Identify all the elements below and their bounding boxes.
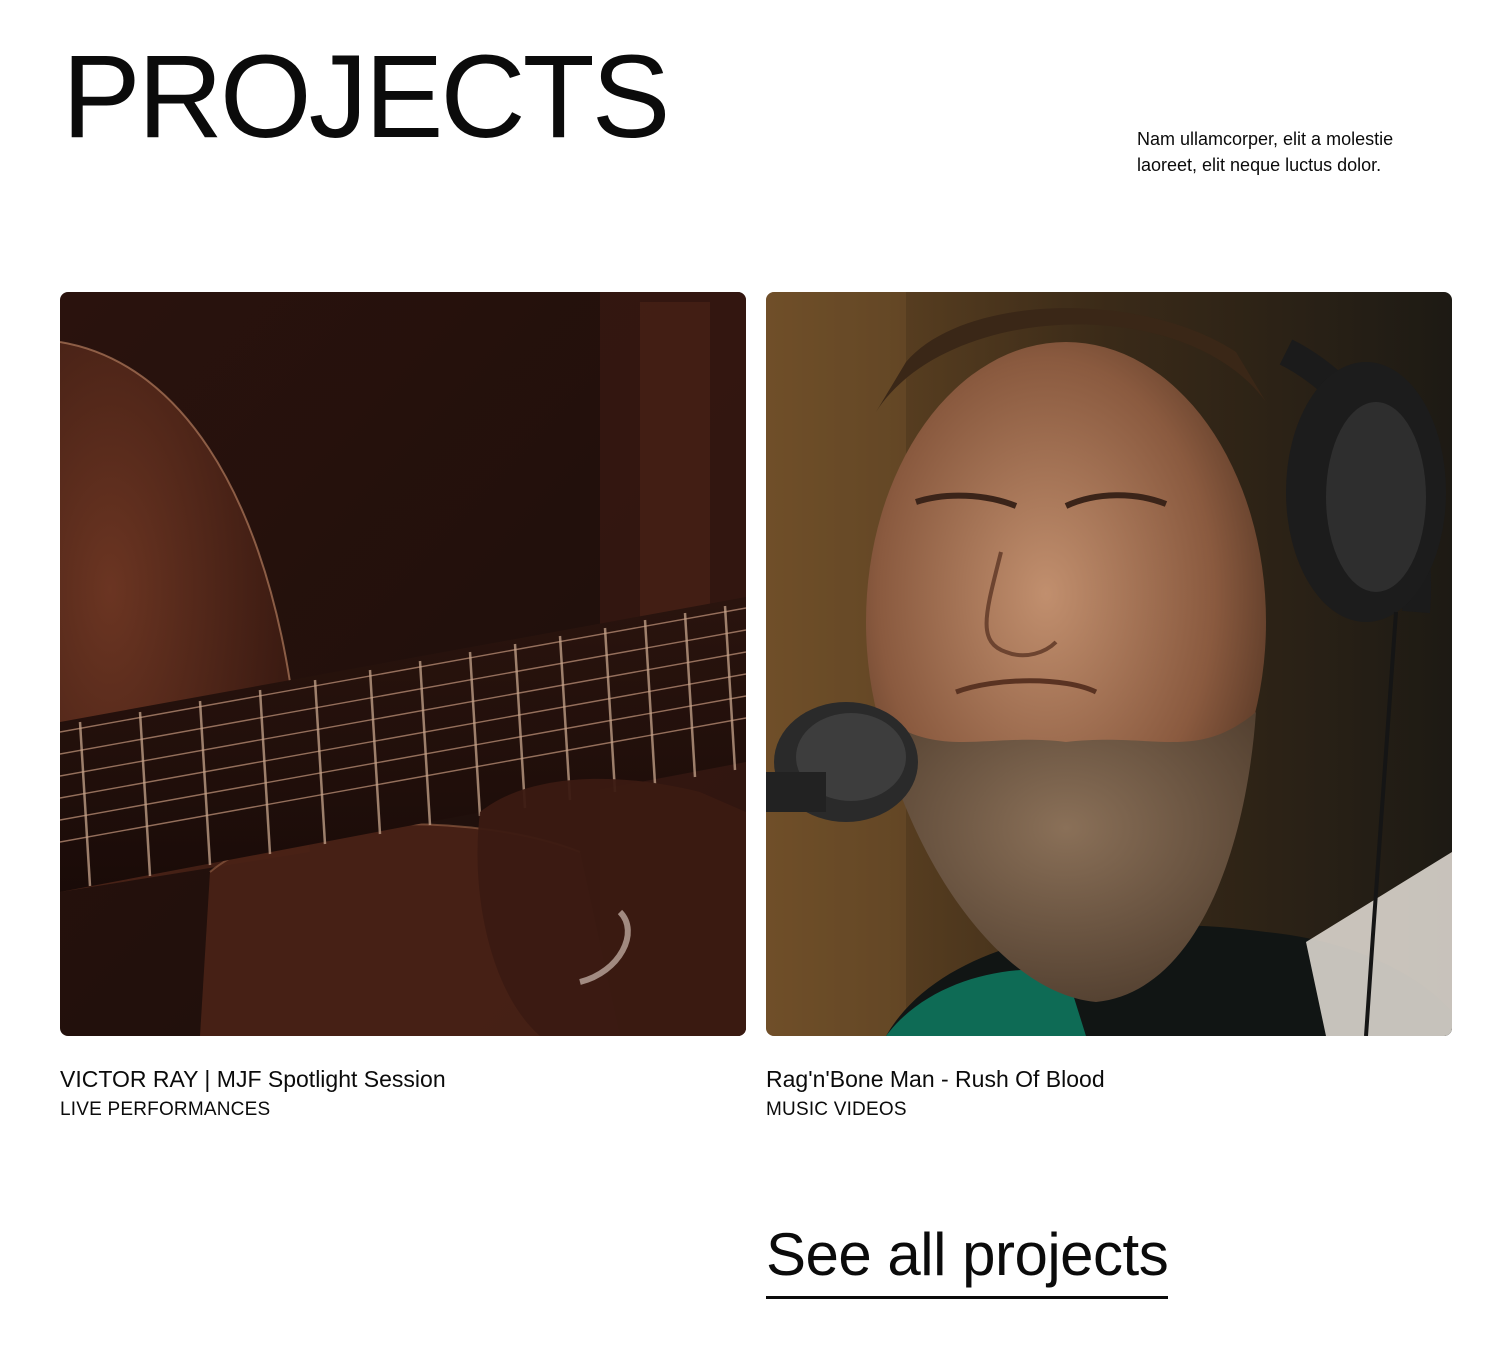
- project-category: MUSIC VIDEOS: [766, 1099, 907, 1120]
- project-card-ragnbone-man[interactable]: Rag'n'Bone Man - Rush Of Blood MUSIC VID…: [766, 292, 1452, 1122]
- projects-section: PROJECTS Nam ullamcorper, elit a molesti…: [0, 0, 1512, 1361]
- page-title: PROJECTS: [62, 31, 670, 163]
- project-category: LIVE PERFORMANCES: [60, 1099, 271, 1120]
- project-thumbnail-singer[interactable]: [766, 292, 1452, 1036]
- project-title[interactable]: Rag'n'Bone Man - Rush Of Blood: [766, 1064, 1452, 1094]
- project-card-victor-ray[interactable]: VICTOR RAY | MJF Spotlight Session LIVE …: [60, 292, 746, 1122]
- project-thumbnail-guitar[interactable]: [60, 292, 746, 1036]
- guitar-video-still: [60, 292, 746, 1036]
- project-title[interactable]: VICTOR RAY | MJF Spotlight Session: [60, 1064, 746, 1094]
- singer-video-still: [766, 292, 1452, 1036]
- see-all-projects-link[interactable]: See all projects: [766, 1222, 1169, 1299]
- intro-text: Nam ullamcorper, elit a molestie laoreet…: [1137, 129, 1394, 175]
